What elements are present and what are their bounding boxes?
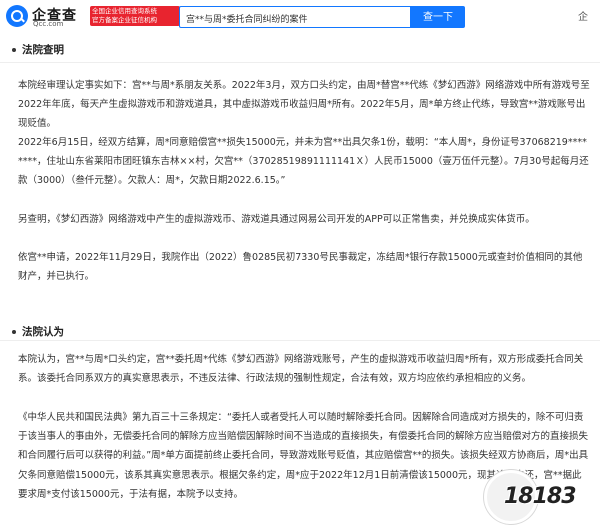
section-title-court-findings: 法院查明 — [12, 42, 64, 57]
site-watermark: 18183 — [484, 470, 596, 526]
judgment-content: 法院查明 本院经审理认定事实如下：宫**与周*系朋友关系。2022年3月，双方口… — [0, 34, 600, 531]
bullet-dot-icon — [12, 330, 16, 334]
findings-paragraph-1: 本院经审理认定事实如下：宫**与周*系朋友关系。2022年3月，双方口头约定，由… — [18, 80, 590, 130]
header-right-link[interactable]: 企 — [578, 8, 600, 23]
logo-tag-line2: 官方备案企业征信机构 — [92, 16, 157, 24]
bullet-dot-icon — [12, 48, 16, 52]
search-box — [179, 6, 411, 29]
section-divider — [0, 62, 600, 63]
findings-paragraph-2: 2022年6月15日，经双方结算，周*同意赔偿宫**损失15000元，并未为宫*… — [18, 137, 589, 187]
logo-tag-line1: 全国企业信用查询系统 — [92, 7, 157, 15]
search-input[interactable] — [180, 8, 410, 29]
opinion-paragraph-1: 本院认为，宫**与周*口头约定，宫**委托周*代练《梦幻西游》网络游戏账号，产生… — [18, 354, 584, 385]
logo-certification-tag: 全国企业信用查询系统 官方备案企业征信机构 — [90, 6, 180, 26]
findings-paragraph-4: 依宫**申请，2022年11月29日，我院作出（2022）鲁0285民初7330… — [18, 252, 583, 283]
magnifier-logo-icon — [6, 5, 28, 27]
search-button[interactable]: 查一下 — [411, 6, 465, 28]
watermark-text: 18183 — [504, 484, 577, 509]
logo-url: Qcc.com — [33, 20, 64, 28]
section-title-court-opinion: 法院认为 — [12, 324, 64, 339]
section-divider — [0, 340, 600, 341]
top-header: 企查查 Qcc.com 全国企业信用查询系统 官方备案企业征信机构 查一下 企 — [0, 0, 600, 35]
findings-paragraph-3: 另查明，《梦幻西游》网络游戏中产生的虚拟游戏币、游戏道具通过网易公司开发的APP… — [18, 214, 535, 225]
